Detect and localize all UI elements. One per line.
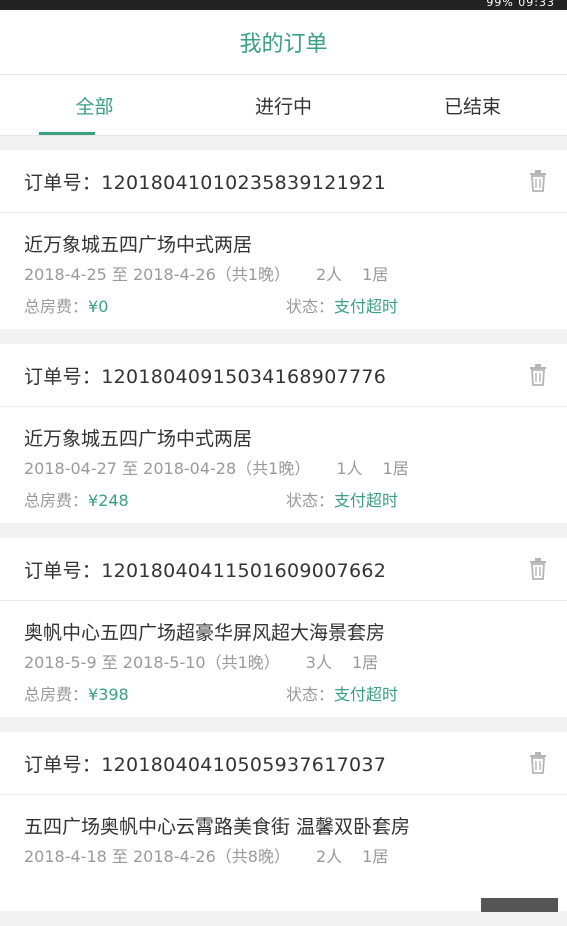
tab-all[interactable]: 全部 (0, 75, 189, 135)
stay-info: 2018-4-18 至 2018-4-26（共8晚） 2人 1居 (24, 845, 543, 869)
guest-count: 3人 (305, 653, 332, 672)
order-number: 订单号：1201804041050593761703​7 (24, 750, 386, 777)
total-price-label: 总房费： (24, 297, 89, 316)
trash-icon[interactable] (529, 752, 547, 774)
price-status-row: 总房费：¥398 状态：支付超时 (24, 683, 543, 707)
order-tabs: 全部 进行中 已结束 (0, 75, 567, 136)
total-price-label: 总房费： (24, 685, 89, 704)
order-number-value: 1201804101023583912192​1 (101, 171, 387, 194)
guest-count: 2人 (315, 847, 343, 866)
order-card-header: 订单号：1201804041050593761703​7 (0, 732, 567, 795)
order-number: 订单号：1201804101023583912192​1 (24, 168, 386, 195)
stay-info: 2018-5-9 至 2018-5-10（共1晚） 3人 1居 (24, 651, 543, 675)
battery-level: 99% (486, 0, 514, 9)
room-name: 近万象城五四广场中式两居 (24, 428, 253, 450)
order-card[interactable]: 订单号：1201804041050593761703​7 五四广场奥帆中心云霄路… (0, 732, 567, 911)
stay-dates: 2018-5-9 至 2018-5-10（共1晚） (24, 653, 280, 672)
order-card[interactable]: 订单号：1201804091503416890777​6 近万象城五四广场中式两… (0, 344, 567, 523)
order-card-body: 近万象城五四广场中式两居 2018-4-25 至 2018-4-26（共1晚） 2… (0, 213, 567, 329)
stay-info: 2018-04-27 至 2018-04-28（共1晚） 1人 1居 (24, 457, 543, 481)
order-list: 订单号：1201804101023583912192​1 近万象城五四广场中式两… (0, 150, 567, 926)
order-status: 支付超时 (334, 491, 399, 510)
order-number-label: 订单号： (24, 365, 102, 388)
order-number-value: 1201804041150160900766​2 (101, 559, 387, 582)
total-price-label: 总房费： (24, 491, 89, 510)
order-number-label: 订单号： (24, 171, 102, 194)
order-card-body: 近万象城五四广场中式两居 2018-04-27 至 2018-04-28（共1晚… (0, 407, 567, 523)
room-name: 五四广场奥帆中心云霄路美食街 温馨双卧套房 (24, 816, 411, 838)
stay-dates: 2018-4-18 至 2018-4-26（共8晚） (24, 847, 290, 866)
order-card[interactable]: 订单号：1201804041150160900766​2 奥帆中心五四广场超豪华… (0, 538, 567, 717)
order-card[interactable]: 订单号：1201804101023583912192​1 近万象城五四广场中式两… (0, 150, 567, 329)
order-card-body: 奥帆中心五四广场超豪华屏风超大海景套房 2018-5-9 至 2018-5-10… (0, 601, 567, 717)
room-count: 1居 (351, 653, 379, 672)
trash-icon[interactable] (529, 364, 547, 386)
guest-count: 1人 (336, 459, 363, 478)
order-card-body: 五四广场奥帆中心云霄路美食街 温馨双卧套房 2018-4-18 至 2018-4… (0, 795, 567, 911)
order-number: 订单号：1201804041150160900766​2 (24, 556, 386, 583)
total-price: ¥398 (88, 685, 129, 704)
stay-dates: 2018-4-25 至 2018-4-26（共1晚） (24, 265, 290, 284)
room-count: 1居 (382, 459, 409, 478)
stay-info: 2018-4-25 至 2018-4-26（共1晚） 2人 1居 (24, 263, 543, 287)
status-label: 状态： (286, 297, 335, 316)
price-status-row: 总房费：¥248 状态：支付超时 (24, 489, 543, 513)
room-name: 近万象城五四广场中式两居 (24, 234, 253, 256)
order-status: 支付超时 (334, 685, 399, 704)
order-number: 订单号：1201804091503416890777​6 (24, 362, 386, 389)
order-number-label: 订单号： (24, 559, 102, 582)
status-label: 状态： (286, 491, 335, 510)
tab-finished[interactable]: 已结束 (378, 75, 567, 135)
order-number-value: 1201804091503416890777​6 (101, 365, 387, 388)
order-card-header: 订单号：1201804101023583912192​1 (0, 150, 567, 213)
order-card-header: 订单号：1201804041150160900766​2 (0, 538, 567, 601)
floating-button[interactable] (481, 898, 558, 912)
status-bar-right: 99% 09:33 (486, 0, 555, 9)
order-number-value: 1201804041050593761703​7 (101, 753, 387, 776)
stay-dates: 2018-04-27 至 2018-04-28（共1晚） (24, 459, 311, 478)
title-bar: 我的订单 (0, 10, 567, 75)
status-label: 状态： (286, 685, 335, 704)
room-count: 1居 (362, 847, 389, 866)
total-price: ¥248 (88, 491, 129, 510)
trash-icon[interactable] (529, 170, 547, 192)
order-card-header: 订单号：1201804091503416890777​6 (0, 344, 567, 407)
status-bar: 99% 09:33 (0, 0, 567, 10)
trash-icon[interactable] (529, 558, 547, 580)
guest-count: 2人 (315, 265, 343, 284)
page-title: 我的订单 (239, 32, 328, 57)
price-status-row: 总房费：¥0 状态：支付超时 (24, 295, 543, 319)
order-status: 支付超时 (334, 297, 399, 316)
room-count: 1居 (362, 265, 389, 284)
room-name: 奥帆中心五四广场超豪华屏风超大海景套房 (24, 622, 386, 644)
tab-in-progress[interactable]: 进行中 (189, 75, 378, 135)
clock: 09:33 (518, 0, 555, 9)
order-number-label: 订单号： (24, 753, 102, 776)
total-price: ¥0 (88, 297, 109, 316)
